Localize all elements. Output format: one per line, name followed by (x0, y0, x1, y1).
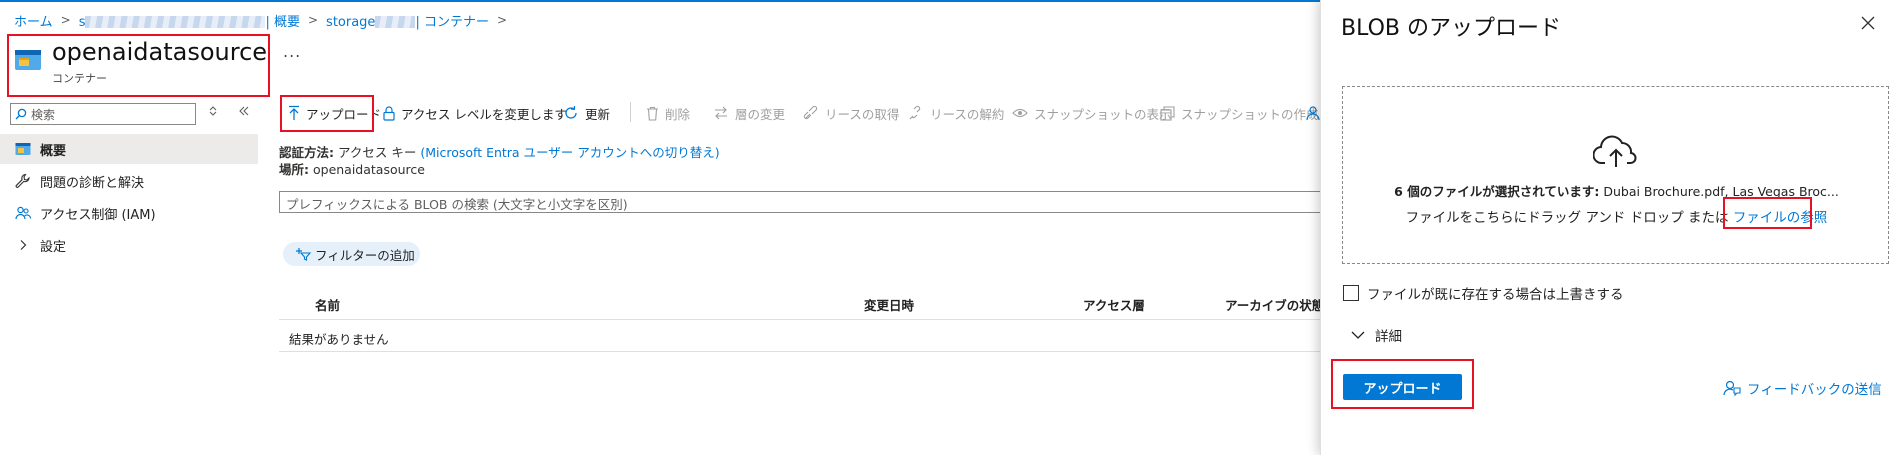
break-lease-button[interactable]: リースの解約 (908, 104, 1004, 122)
change-access-level-button[interactable]: アクセス レベルを変更します (383, 104, 567, 122)
feedback-link[interactable]: フィードバックの送信 (1723, 378, 1882, 398)
no-results-text: 結果がありません (289, 332, 389, 347)
breadcrumb-storage-account[interactable]: s | 概要 (79, 11, 300, 30)
breadcrumb-containers[interactable]: storage | コンテナー (326, 11, 489, 30)
column-header-name[interactable]: 名前 (315, 295, 340, 314)
search-icon (15, 108, 27, 120)
create-snapshot-button[interactable]: スナップショットの作成 (1160, 104, 1319, 122)
overwrite-checkbox[interactable] (1343, 285, 1359, 301)
breadcrumb-separator-icon: > (60, 13, 71, 27)
acquire-lease-button[interactable]: リースの取得 (803, 104, 899, 122)
highlight-box-upload (280, 95, 374, 132)
sidebar-item-overview[interactable]: 概要 (0, 134, 258, 164)
highlight-box-upload-button (1331, 359, 1474, 409)
chevron-down-icon (1351, 331, 1365, 339)
feedback-icon (1723, 380, 1741, 397)
link-icon (803, 105, 818, 120)
copy-icon (1160, 105, 1175, 121)
upload-blob-panel: BLOB のアップロード 6 個のファイルが選択されています: Dubai Br… (1320, 0, 1900, 455)
location: 場所: openaidatasource (279, 162, 425, 177)
sidebar-item-iam[interactable]: アクセス制御 (IAM) (0, 198, 258, 228)
table-divider (279, 319, 1322, 320)
toolbar-divider (630, 102, 631, 122)
close-icon[interactable] (1861, 16, 1875, 30)
broken-link-icon (909, 105, 921, 120)
breadcrumb-home[interactable]: ホーム (14, 11, 53, 30)
eye-icon (1012, 108, 1028, 118)
column-header-archive-status[interactable]: アーカイブの状態 (1225, 295, 1324, 314)
blob-prefix-search-input[interactable]: プレフィックスによる BLOB の検索 (大文字と小文字を区別) (279, 191, 1322, 213)
collapse-sidebar-icon[interactable] (238, 105, 250, 117)
container-icon (14, 140, 32, 158)
breadcrumb: ホーム > s | 概要 > storage | コンテナー > (14, 11, 515, 30)
file-drop-zone[interactable]: 6 個のファイルが選択されています: Dubai Brochure.pdf, L… (1342, 86, 1889, 264)
refresh-icon (565, 105, 577, 119)
trash-icon (647, 106, 658, 121)
details-expander[interactable]: 詳細 (1351, 325, 1402, 345)
cloud-upload-icon (1593, 133, 1639, 169)
highlight-box-title (7, 34, 270, 97)
sidebar-item-diagnose[interactable]: 問題の診断と解決 (0, 166, 258, 196)
add-filter-button[interactable]: フィルターの追加 (283, 242, 420, 266)
change-tier-button[interactable]: 層の変更 (713, 104, 785, 122)
add-filter-icon (296, 248, 311, 261)
column-header-access-tier[interactable]: アクセス層 (1083, 295, 1145, 314)
redacted-text (85, 16, 266, 28)
lock-icon (383, 105, 395, 121)
breadcrumb-separator-icon: > (307, 13, 319, 27)
overwrite-option[interactable]: ファイルが既に存在する場合は上書きする (1343, 283, 1624, 303)
column-header-modified[interactable]: 変更日時 (864, 295, 914, 314)
expand-collapse-icon[interactable] (208, 105, 218, 117)
chevron-right-icon (14, 236, 32, 254)
view-snapshots-button[interactable]: スナップショットの表示 (1012, 104, 1172, 122)
people-icon (14, 204, 32, 222)
redacted-text (375, 16, 416, 28)
panel-title: BLOB のアップロード (1341, 16, 1561, 41)
breadcrumb-separator-icon: > (496, 13, 508, 27)
table-divider (279, 351, 1322, 352)
delete-button[interactable]: 削除 (646, 104, 690, 122)
refresh-button[interactable]: 更新 (563, 104, 610, 122)
sidebar-item-settings[interactable]: 設定 (0, 230, 258, 260)
wrench-icon (14, 172, 32, 190)
swap-icon (715, 106, 727, 120)
person-icon (1306, 106, 1320, 121)
more-options-button[interactable]: ... (283, 42, 301, 61)
switch-auth-link[interactable]: (Microsoft Entra ユーザー アカウントへの切り替え) (420, 145, 719, 160)
sidebar-search-input[interactable]: 検索 (10, 103, 196, 125)
highlight-box-browse (1723, 197, 1812, 229)
